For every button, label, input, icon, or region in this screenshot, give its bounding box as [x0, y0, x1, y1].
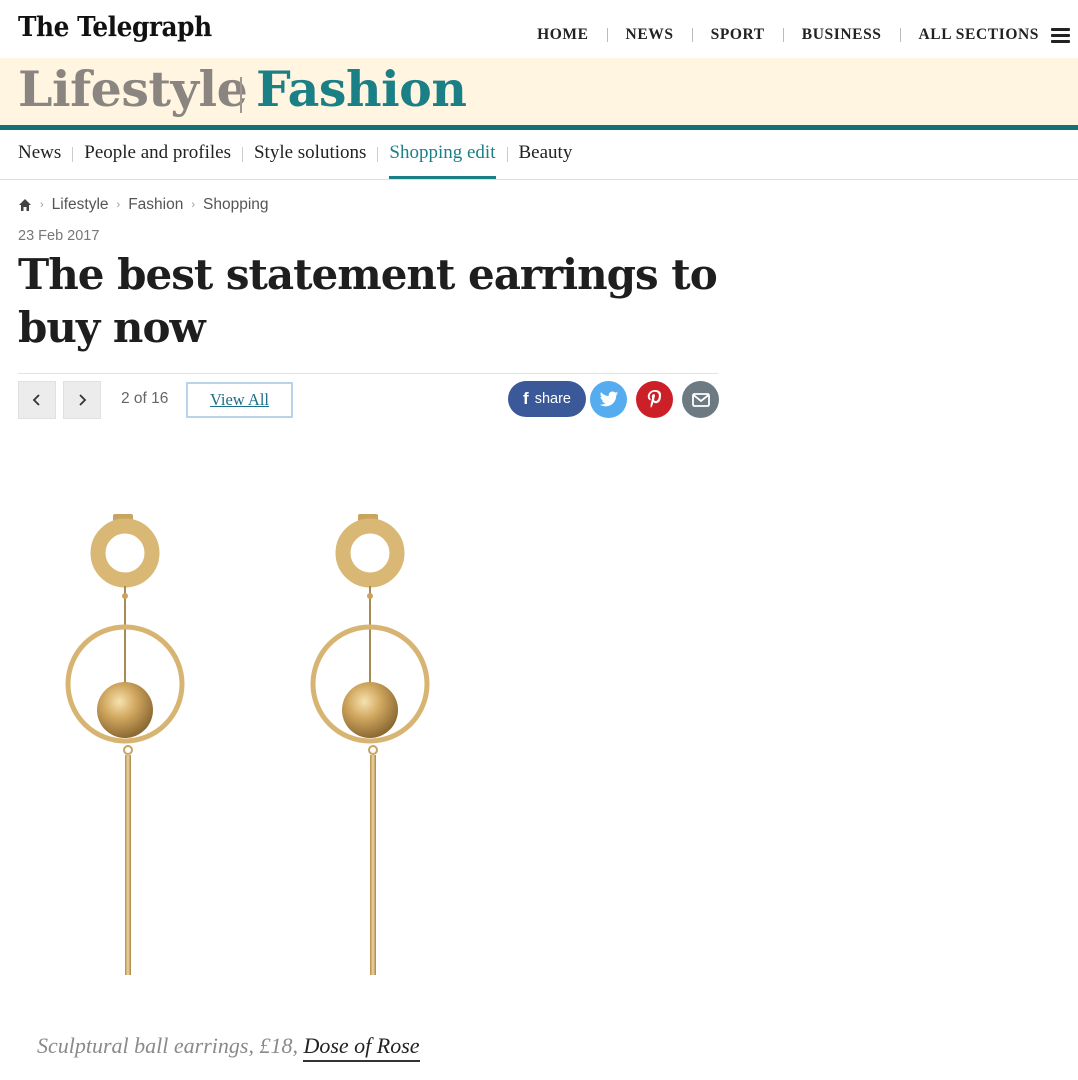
- subnav-item-news[interactable]: News: [18, 130, 61, 179]
- pinterest-share-button[interactable]: [636, 381, 673, 418]
- banner-divider: [240, 77, 242, 113]
- chevron-right-icon: [79, 394, 87, 406]
- gallery-image: [18, 440, 518, 1000]
- breadcrumb-shopping[interactable]: Shopping: [203, 196, 269, 214]
- subnav-item-style-solutions[interactable]: Style solutions: [254, 130, 366, 179]
- site-logo[interactable]: The Telegraph: [18, 12, 212, 43]
- gallery-prev-button[interactable]: [18, 381, 56, 419]
- subnav-item-beauty[interactable]: Beauty: [519, 130, 573, 179]
- top-nav-all-sections[interactable]: ALL SECTIONS: [901, 26, 1057, 44]
- chevron-right-icon: ›: [191, 199, 196, 211]
- subnav-separator: [241, 147, 243, 162]
- hamburger-menu-icon[interactable]: [1051, 27, 1070, 43]
- top-nav: HOME NEWS SPORT BUSINESS ALL SECTIONS: [519, 22, 1078, 48]
- right-earring: [310, 514, 430, 975]
- chevron-right-icon: ›: [116, 199, 121, 211]
- gallery-counter: 2 of 16: [121, 390, 169, 407]
- section-banner: Lifestyle Fashion: [0, 58, 1078, 125]
- view-all-button[interactable]: View All: [186, 382, 293, 418]
- section-subnav: News People and profiles Style solutions…: [18, 130, 572, 179]
- subnav-separator: [506, 147, 508, 162]
- home-icon[interactable]: [18, 198, 32, 212]
- caption-text: Sculptural ball earrings, £18,: [37, 1033, 304, 1058]
- twitter-icon: [599, 391, 618, 407]
- subnav-rule: [0, 179, 1078, 180]
- share-label: share: [534, 391, 571, 407]
- breadcrumb-fashion[interactable]: Fashion: [128, 196, 183, 214]
- earrings-image: [65, 514, 430, 975]
- twitter-share-button[interactable]: [590, 381, 627, 418]
- breadcrumb-lifestyle[interactable]: Lifestyle: [52, 196, 109, 214]
- facebook-icon: f: [523, 389, 529, 408]
- email-share-button[interactable]: [682, 381, 719, 418]
- top-nav-business[interactable]: BUSINESS: [784, 26, 900, 44]
- top-nav-home[interactable]: HOME: [519, 26, 606, 44]
- gallery-next-button[interactable]: [63, 381, 101, 419]
- masthead: The Telegraph HOME NEWS SPORT BUSINESS A…: [0, 0, 1078, 58]
- article-date: 23 Feb 2017: [18, 228, 100, 244]
- section-title-lifestyle[interactable]: Lifestyle: [18, 60, 248, 118]
- headline-rule: [18, 373, 718, 374]
- email-icon: [691, 392, 710, 407]
- top-nav-news[interactable]: NEWS: [608, 26, 692, 44]
- image-caption: Sculptural ball earrings, £18, Dose of R…: [37, 1033, 420, 1062]
- subnav-item-shopping-edit[interactable]: Shopping edit: [389, 130, 496, 179]
- pinterest-icon: [647, 389, 661, 408]
- top-nav-sport[interactable]: SPORT: [693, 26, 783, 44]
- subnav-separator: [377, 147, 379, 162]
- subnav-separator: [72, 147, 74, 162]
- caption-retailer-link[interactable]: Dose of Rose: [303, 1033, 420, 1062]
- facebook-share-button[interactable]: f share: [508, 381, 586, 417]
- left-earring: [65, 514, 185, 975]
- article-headline: The best statement earrings to buy now: [18, 250, 718, 352]
- chevron-left-icon: [32, 394, 40, 406]
- breadcrumb: › Lifestyle › Fashion › Shopping: [18, 196, 269, 214]
- subnav-item-people-and-profiles[interactable]: People and profiles: [84, 130, 231, 179]
- section-title-fashion[interactable]: Fashion: [256, 60, 467, 118]
- chevron-right-icon: ›: [40, 199, 44, 211]
